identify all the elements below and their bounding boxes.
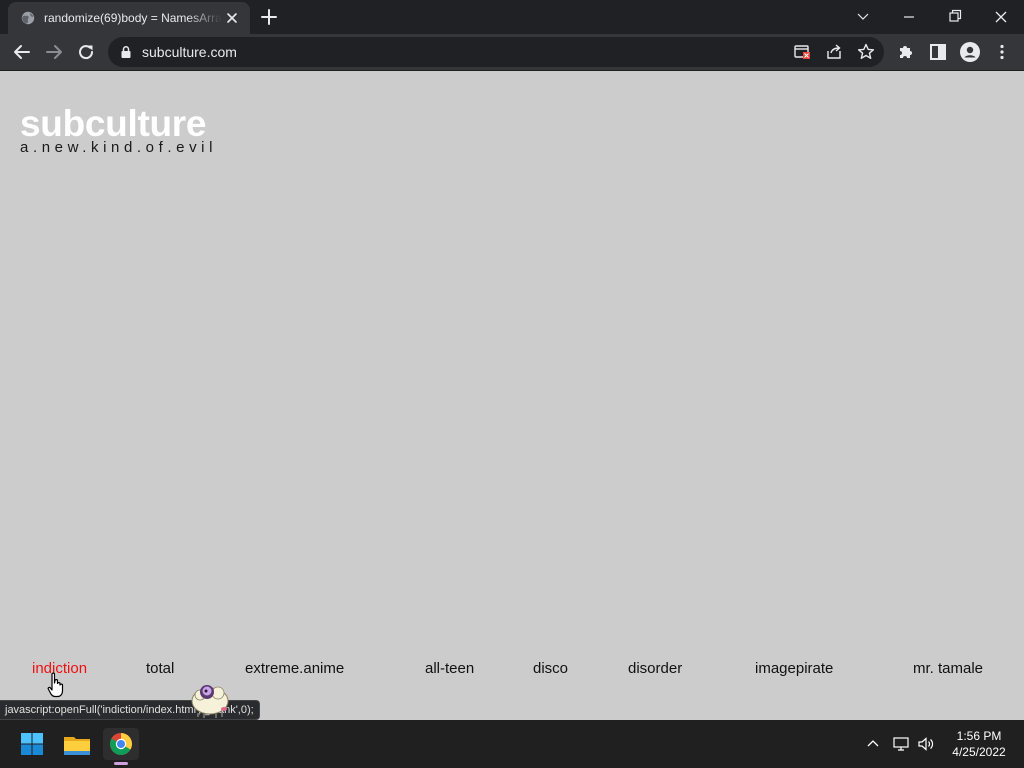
active-app-indicator [114, 762, 128, 765]
lock-icon[interactable] [120, 45, 132, 59]
taskbar: 1:56 PM 4/25/2022 [0, 720, 1024, 768]
browser-tab[interactable]: randomize(69)body = NamesArray [8, 2, 250, 34]
browser-toolbar: subculture.com [0, 34, 1024, 71]
blocked-popup-icon[interactable] [792, 42, 812, 62]
extensions-icon[interactable] [894, 40, 918, 64]
web-page: subculture a.new.kind.of.evil indiction … [0, 71, 1024, 720]
file-explorer-icon[interactable] [59, 728, 95, 760]
windows-start-icon[interactable] [14, 728, 50, 760]
reload-icon[interactable] [74, 40, 98, 64]
profile-icon[interactable] [958, 40, 982, 64]
star-icon[interactable] [856, 42, 876, 62]
tab-strip: randomize(69)body = NamesArray [0, 0, 1024, 34]
tab-title: randomize(69)body = NamesArray [44, 11, 222, 25]
address-bar[interactable]: subculture.com [108, 37, 884, 67]
sheep-icon[interactable] [188, 679, 232, 719]
kebab-menu-icon[interactable] [990, 40, 1014, 64]
side-panel-icon[interactable] [926, 40, 950, 64]
share-icon[interactable] [824, 42, 844, 62]
volume-icon[interactable] [917, 735, 935, 753]
nav-link-mr-tamale[interactable]: mr. tamale [913, 660, 983, 678]
minimize-icon[interactable] [886, 4, 932, 30]
plus-icon[interactable] [259, 7, 279, 27]
nav-link-disco[interactable]: disco [533, 660, 568, 678]
close-window-icon[interactable] [978, 4, 1024, 30]
clock-date: 4/25/2022 [952, 745, 1006, 759]
nav-link-disorder[interactable]: disorder [628, 660, 682, 678]
url-text[interactable]: subculture.com [142, 44, 237, 60]
taskbar-clock[interactable]: 1:56 PM 4/25/2022 [944, 728, 1014, 760]
arrow-right-icon[interactable] [42, 40, 66, 64]
site-logo: subculture [20, 103, 207, 144]
close-icon[interactable] [224, 10, 240, 26]
hand-cursor-icon [47, 672, 64, 698]
nav-link-all-teen[interactable]: all-teen [425, 660, 474, 678]
chevron-up-icon[interactable] [864, 735, 882, 753]
nav-link-imagepirate[interactable]: imagepirate [755, 660, 833, 678]
clock-time: 1:56 PM [956, 729, 1002, 743]
restore-icon[interactable] [932, 4, 978, 30]
arrow-left-icon[interactable] [10, 40, 34, 64]
chevron-down-icon[interactable] [840, 4, 886, 30]
nav-link-total[interactable]: total [146, 660, 174, 678]
chrome-taskbar-button[interactable] [103, 728, 139, 760]
nav-link-extreme-anime[interactable]: extreme.anime [245, 660, 344, 678]
network-icon[interactable] [892, 735, 910, 753]
globe-icon [21, 11, 35, 25]
site-tagline: a.new.kind.of.evil [20, 139, 218, 156]
chrome-icon [110, 733, 132, 755]
